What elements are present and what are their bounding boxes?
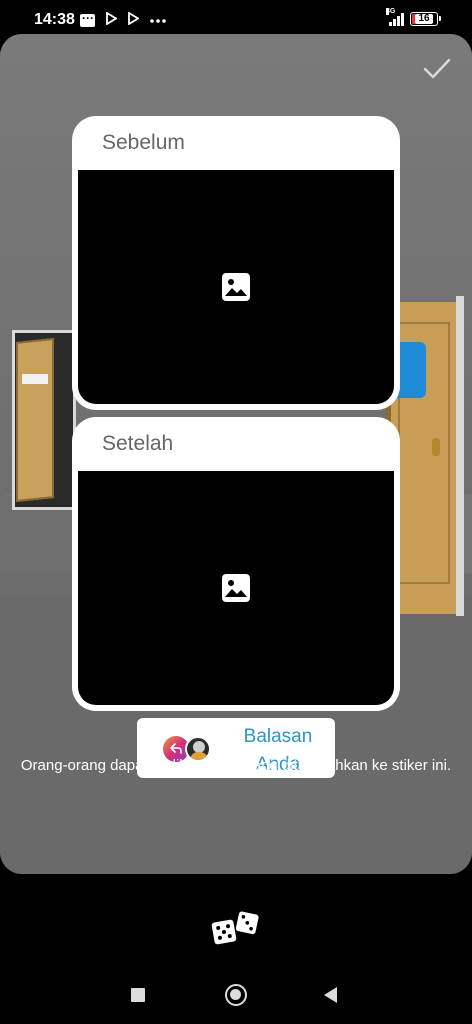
system-icons: 4G 16 (386, 8, 441, 26)
play-icon (105, 11, 118, 28)
after-sticker-panel[interactable]: Setelah (72, 417, 400, 711)
play-icon (127, 11, 140, 28)
dice-icon (211, 911, 259, 945)
dice-button[interactable] (210, 910, 262, 946)
more-dots-icon (149, 13, 167, 27)
home-button[interactable] (225, 984, 247, 1006)
checkmark-icon (423, 58, 451, 79)
signal-icon: 4G (386, 8, 404, 26)
story-editor: Sebelum Setelah Balasan Anda Orang-orang… (0, 34, 472, 874)
image-placeholder-icon (222, 574, 250, 602)
after-image-slot[interactable] (78, 471, 394, 705)
network-type: 4G (386, 8, 396, 15)
before-label: Sebelum (102, 131, 185, 154)
system-nav-bar (0, 970, 472, 1024)
message-icon (80, 11, 95, 27)
status-time: 14:38 (34, 11, 75, 28)
before-sticker-panel[interactable]: Sebelum (72, 116, 400, 410)
reply-arrow-icon (170, 743, 182, 754)
battery-percent: 16 (415, 14, 433, 24)
done-checkmark-button[interactable] (422, 56, 452, 82)
recents-button[interactable] (131, 988, 145, 1002)
back-button[interactable] (324, 987, 337, 1003)
battery-icon: 16 (410, 12, 441, 26)
info-text: Orang-orang dapat melihat cerita yang di… (20, 757, 452, 774)
after-label: Setelah (102, 432, 174, 455)
image-placeholder-icon (222, 273, 250, 301)
notification-icons (80, 11, 167, 28)
before-image-slot[interactable] (78, 170, 394, 404)
reply-line-1: Balasan (243, 726, 313, 747)
door-sign-graphic (22, 374, 48, 384)
